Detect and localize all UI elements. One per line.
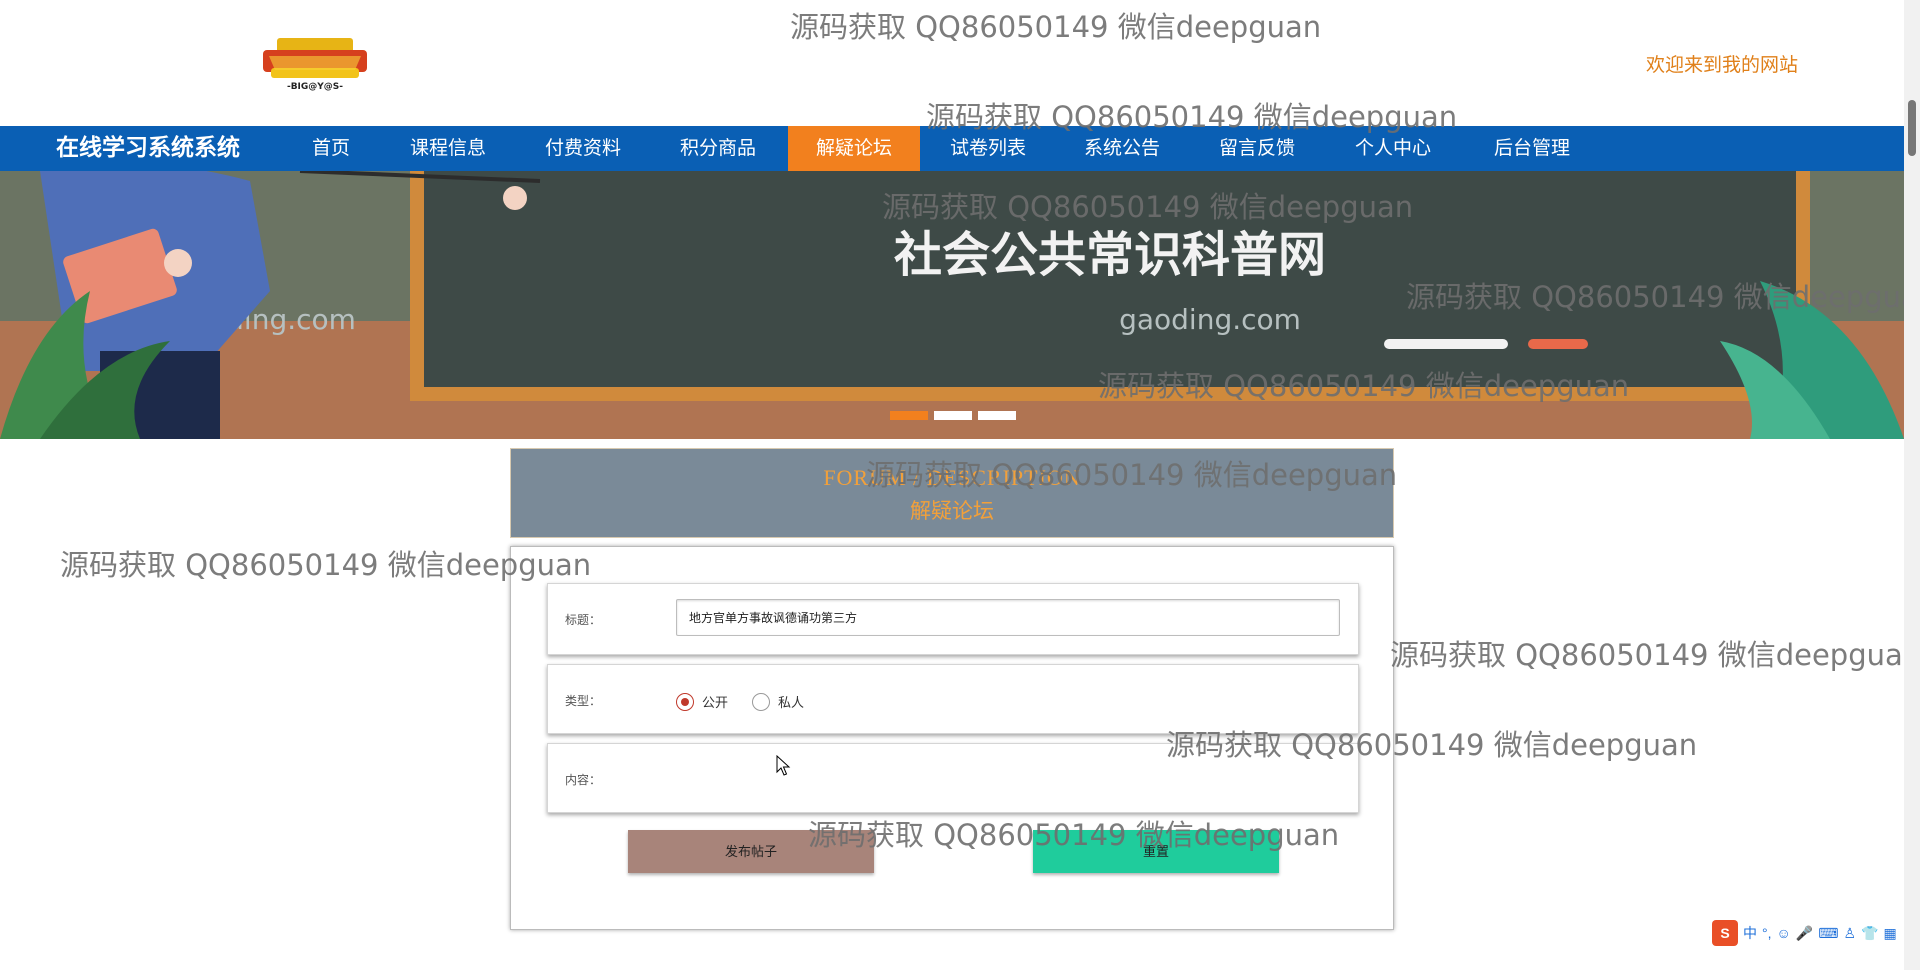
banner-headline: 社会公共常识科普网 [894,227,1326,283]
nav-item-home[interactable]: 首页 [296,126,366,171]
type-row: 类型： 公开 私人 [547,664,1359,734]
type-option-public-label: 公开 [702,695,729,710]
mouse-cursor-icon [776,755,791,776]
nav-item-admin[interactable]: 后台管理 [1484,126,1580,171]
grid-icon[interactable]: ▦ [1883,925,1896,942]
banner-watermark-right: gaoding.com [1119,303,1301,336]
carousel-dot-1[interactable] [890,411,928,420]
nav-item-profile[interactable]: 个人中心 [1345,126,1441,171]
type-option-private[interactable]: 私人 [752,692,804,711]
banner-carousel[interactable]: 社会公共常识科普网 gaoding.com gaoding.com [0,171,1904,439]
nav-item-announcements[interactable]: 系统公告 [1074,126,1170,171]
skin-icon[interactable]: 👕 [1861,925,1878,942]
nav-item-paid-materials[interactable]: 付费资料 [535,126,631,171]
radio-public[interactable] [676,692,694,711]
carousel-dot-2[interactable] [934,411,972,420]
nav-item-exam-list[interactable]: 试卷列表 [940,126,1036,171]
radio-private[interactable] [752,692,770,711]
content-label: 内容： [565,773,602,787]
section-heading: FORUM / DESCRIPTION 解疑论坛 [510,448,1394,538]
carousel-dots [890,411,1016,420]
site-logo[interactable]: -BIG@Y@S- [257,36,373,94]
watermark: 源码获取 QQ86050149 微信deepguan [790,10,1322,44]
forum-post-form: 标题： 类型： 公开 私人 内容： 发布帖子 重置 [510,546,1394,930]
section-title-en: FORUM / DESCRIPTION [823,465,1081,490]
scrollbar-thumb[interactable] [1908,100,1916,156]
title-input[interactable] [676,599,1340,636]
welcome-text: 欢迎来到我的网站 [1646,55,1799,76]
nav-item-feedback[interactable]: 留言反馈 [1209,126,1305,171]
title-label: 标题： [565,613,602,627]
publish-post-button[interactable]: 发布帖子 [628,830,874,873]
emoji-icon[interactable]: ☺ [1777,925,1791,941]
nav-item-courses[interactable]: 课程信息 [400,126,496,171]
banner-image: 社会公共常识科普网 gaoding.com gaoding.com [0,171,1904,439]
nav-item-points-shop[interactable]: 积分商品 [670,126,766,171]
page: -BIG@Y@S- 欢迎来到我的网站 在线学习系统系统 首页 课程信息 付费资料… [0,0,1920,970]
main-nav: 在线学习系统系统 首页 课程信息 付费资料 积分商品 解疑论坛 试卷列表 系统公… [0,126,1904,171]
watermark: 源码获取 QQ86050149 微信deepguan [1390,638,1920,672]
reset-button[interactable]: 重置 [1033,830,1279,873]
user-icon[interactable]: ♙ [1843,925,1856,942]
nav-item-forum[interactable]: 解疑论坛 [788,126,920,171]
title-row: 标题： [547,583,1359,655]
carousel-dot-3[interactable] [978,411,1016,420]
nav-brand[interactable]: 在线学习系统系统 [56,126,240,171]
section-title-cn: 解疑论坛 [910,499,994,523]
keyboard-icon[interactable]: ⌨ [1818,925,1838,942]
ime-mode-label[interactable]: 中 [1743,923,1757,943]
type-option-public[interactable]: 公开 [676,692,728,711]
page-scrollbar[interactable] [1904,0,1920,970]
sogou-ime-icon[interactable]: S [1712,920,1738,946]
ime-toolbar: S 中 °, ☺ 🎤 ⌨ ♙ 👕 ▦ [1712,920,1897,946]
svg-text:-BIG@Y@S-: -BIG@Y@S- [287,82,343,92]
microphone-icon[interactable]: 🎤 [1796,925,1813,942]
content-row[interactable]: 内容： [547,743,1359,813]
type-label: 类型： [565,694,602,708]
punctuation-icon[interactable]: °, [1762,925,1772,941]
type-option-private-label: 私人 [778,695,805,710]
